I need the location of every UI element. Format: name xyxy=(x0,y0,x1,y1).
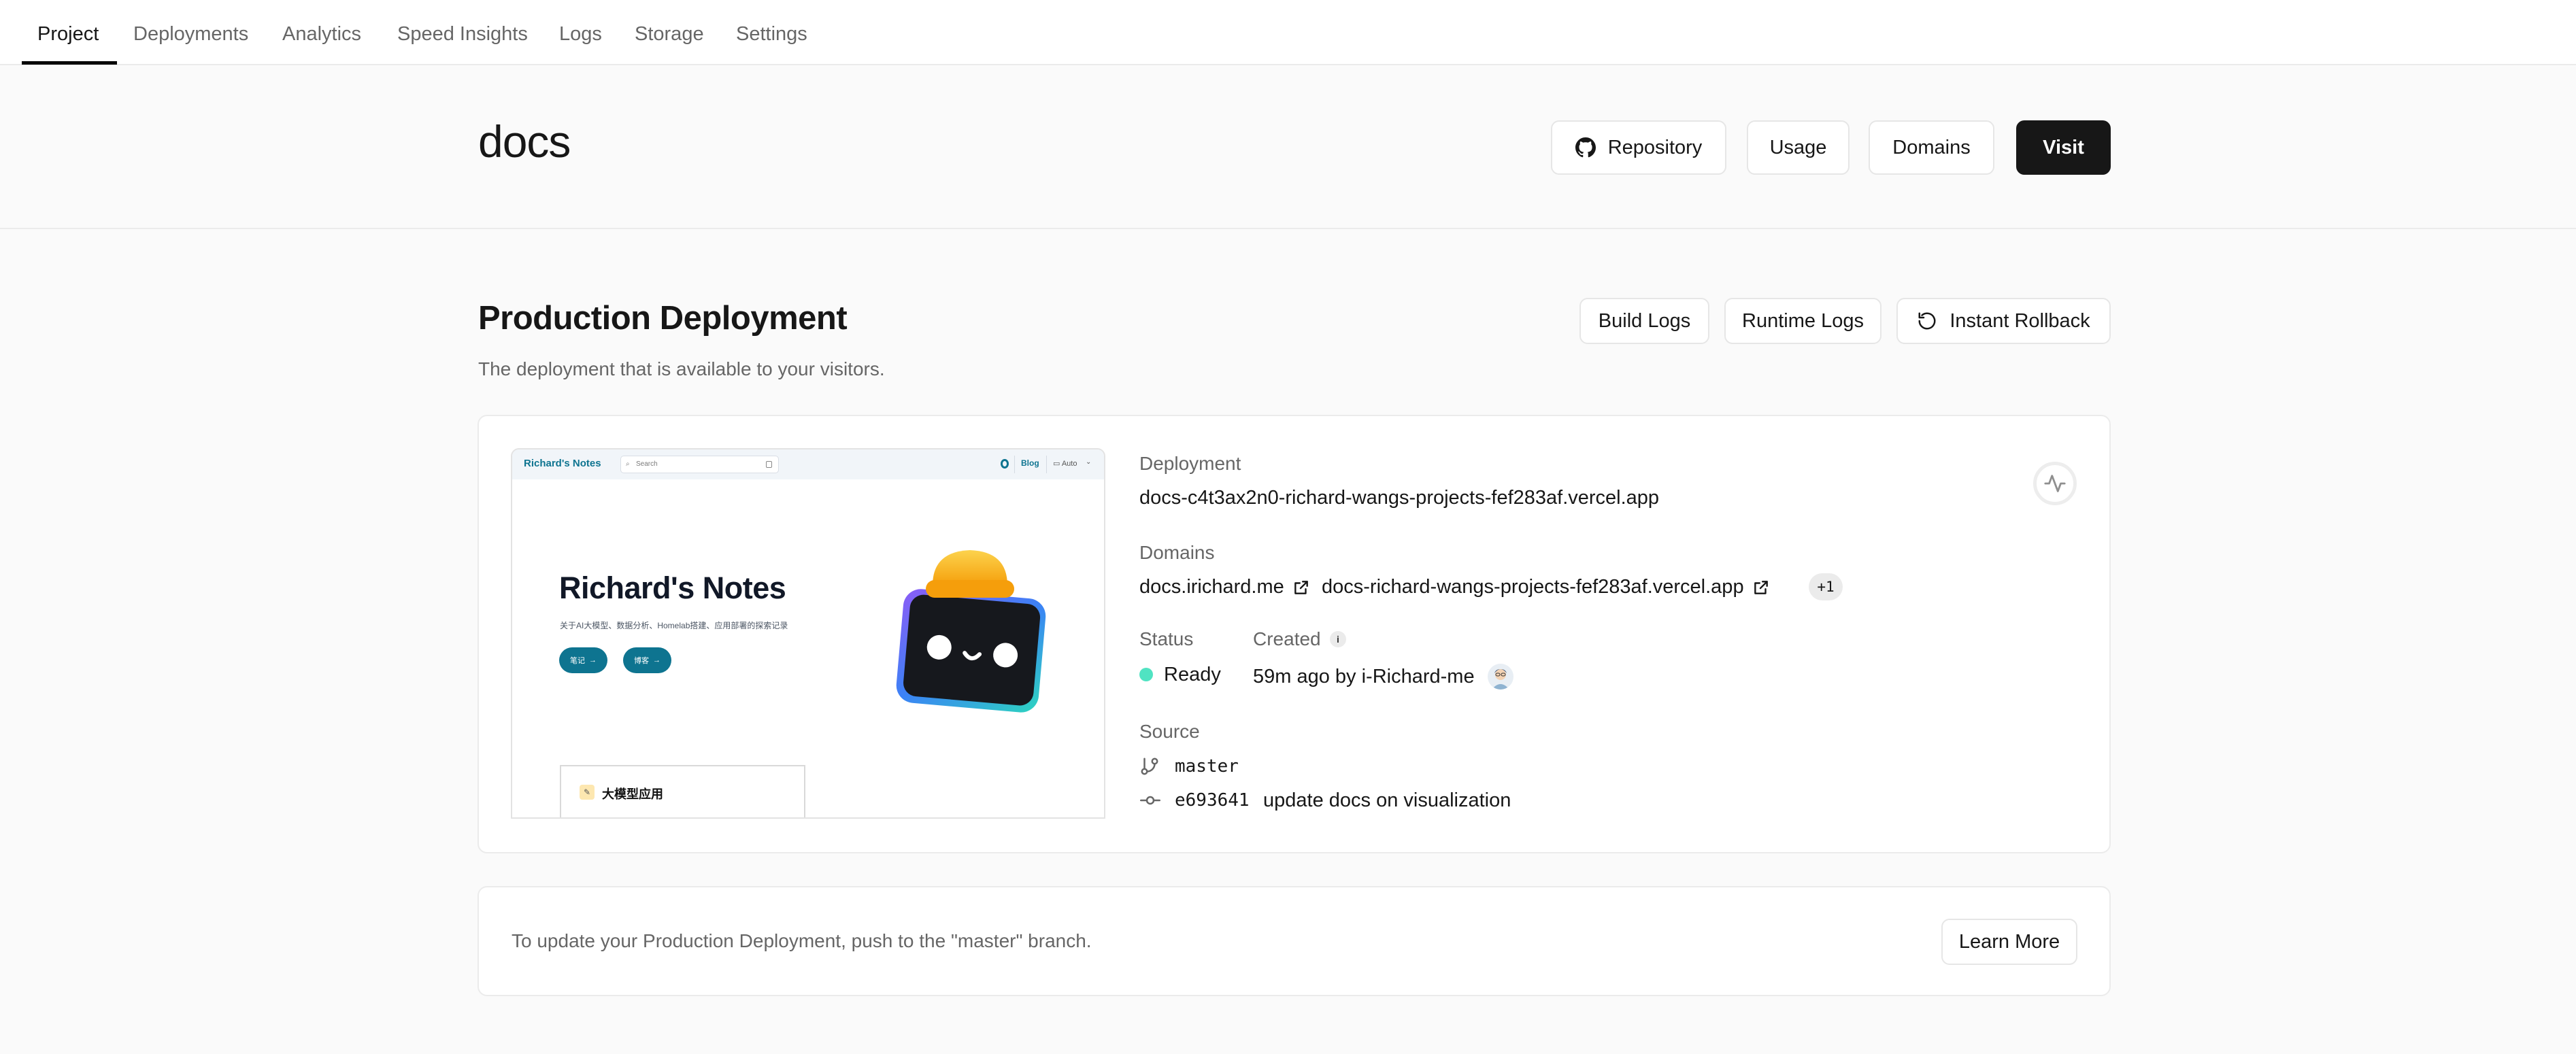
deployment-url[interactable]: docs-c4t3ax2n0-richard-wangs-projects-fe… xyxy=(1139,485,1659,511)
active-tab-indicator xyxy=(22,61,117,65)
preview-hero-subtitle: 关于AI大模型、数据分析、Homelab搭建、应用部署的探索记录 xyxy=(560,621,788,630)
usage-button-label: Usage xyxy=(1769,136,1827,158)
activity-button[interactable] xyxy=(2033,462,2077,505)
status-ready-dot xyxy=(1139,668,1153,681)
tab-analytics[interactable]: Analytics xyxy=(282,20,361,48)
repository-button[interactable]: Repository xyxy=(1551,120,1726,175)
preview-hero-title: Richard's Notes xyxy=(559,571,786,605)
domain-link-vercel[interactable]: docs-richard-wangs-projects-fef283af.ver… xyxy=(1322,574,1770,600)
tab-storage[interactable]: Storage xyxy=(635,20,704,48)
build-logs-label: Build Logs xyxy=(1598,309,1691,332)
repository-button-label: Repository xyxy=(1607,136,1703,158)
more-domains-badge[interactable]: +1 xyxy=(1809,573,1843,600)
created-value: 59m ago by i-Richard-me xyxy=(1253,666,1475,687)
preview-blog-link: Blog xyxy=(1021,458,1039,468)
preview-notes-button: 笔记 → xyxy=(559,647,607,673)
arrow-right-icon: → xyxy=(653,656,660,664)
visit-button-label: Visit xyxy=(2043,136,2084,158)
github-icon xyxy=(1575,137,1596,158)
mascot-illustration xyxy=(896,550,1046,713)
external-link-icon xyxy=(1294,581,1308,595)
update-info-text: To update your Production Deployment, pu… xyxy=(512,930,1092,951)
git-commit-icon xyxy=(1140,796,1160,805)
project-tab-bar: Project Deployments Analytics Speed Insi… xyxy=(0,0,2576,65)
visit-button[interactable]: Visit xyxy=(2016,120,2111,175)
preview-search: ⌕ Search xyxy=(620,456,779,473)
preview-chevron-down-icon: ⌄ xyxy=(1086,458,1092,466)
runtime-logs-button[interactable]: Runtime Logs xyxy=(1724,298,1881,344)
arrow-right-icon: → xyxy=(589,656,597,664)
commit-hash[interactable]: e693641 xyxy=(1175,787,1250,813)
preview-theme-toggle: ▭ Auto xyxy=(1053,460,1077,468)
project-header xyxy=(0,65,2576,229)
tab-speed-insights[interactable]: Speed Insights xyxy=(397,20,528,48)
created-label: Created xyxy=(1253,628,1321,649)
learn-more-label: Learn More xyxy=(1958,930,2060,953)
preview-category-card: ✎ 大模型应用 xyxy=(560,765,805,817)
learn-more-button[interactable]: Learn More xyxy=(1941,919,2077,965)
status-value: Ready xyxy=(1164,664,1221,685)
preview-blog-button: 博客 → xyxy=(623,647,671,673)
domain-link-primary[interactable]: docs.irichard.me xyxy=(1139,574,1310,600)
git-branch-icon xyxy=(1141,758,1158,775)
preview-divider xyxy=(1046,456,1047,473)
tab-project[interactable]: Project xyxy=(37,20,99,48)
external-link-icon xyxy=(1754,581,1768,595)
domains-label: Domains xyxy=(1139,542,1215,563)
build-logs-button[interactable]: Build Logs xyxy=(1579,298,1709,344)
deployment-preview[interactable]: Richard's Notes ⌕ Search Blog ▭ Auto ⌄ R… xyxy=(511,448,1105,819)
tab-settings[interactable]: Settings xyxy=(736,20,807,48)
user-avatar[interactable] xyxy=(1488,664,1513,690)
status-label: Status xyxy=(1139,628,1194,649)
source-label: Source xyxy=(1139,721,1200,742)
activity-pulse-icon xyxy=(2044,475,2066,492)
tab-deployments[interactable]: Deployments xyxy=(133,20,248,48)
preview-github-icon xyxy=(1001,459,1009,469)
deployment-label: Deployment xyxy=(1139,453,1241,474)
commit-message: update docs on visualization xyxy=(1263,789,1511,811)
project-title: docs xyxy=(478,116,571,167)
domains-button-label: Domains xyxy=(1892,136,1971,158)
domains-button[interactable]: Domains xyxy=(1869,120,1994,175)
runtime-logs-label: Runtime Logs xyxy=(1742,309,1864,332)
preview-navbar: Richard's Notes ⌕ Search Blog ▭ Auto ⌄ xyxy=(512,449,1104,479)
instant-rollback-button[interactable]: Instant Rollback xyxy=(1896,298,2111,344)
section-subtitle: The deployment that is available to your… xyxy=(478,358,885,379)
preview-divider xyxy=(1014,456,1015,473)
preview-category-title: 大模型应用 xyxy=(602,787,663,801)
branch-name[interactable]: master xyxy=(1175,753,1239,779)
avatar-image xyxy=(1492,669,1509,690)
preview-kbd-icon xyxy=(766,461,772,468)
preview-search-icon: ⌕ xyxy=(626,460,630,468)
rollback-icon xyxy=(1918,312,1936,330)
tab-logs[interactable]: Logs xyxy=(559,20,602,48)
preview-brand: Richard's Notes xyxy=(524,458,601,469)
pencil-icon: ✎ xyxy=(580,785,595,800)
info-icon[interactable]: i xyxy=(1330,631,1346,647)
usage-button[interactable]: Usage xyxy=(1747,120,1850,175)
instant-rollback-label: Instant Rollback xyxy=(1950,309,2090,332)
preview-search-placeholder: Search xyxy=(636,460,658,468)
section-title: Production Deployment xyxy=(478,300,848,337)
